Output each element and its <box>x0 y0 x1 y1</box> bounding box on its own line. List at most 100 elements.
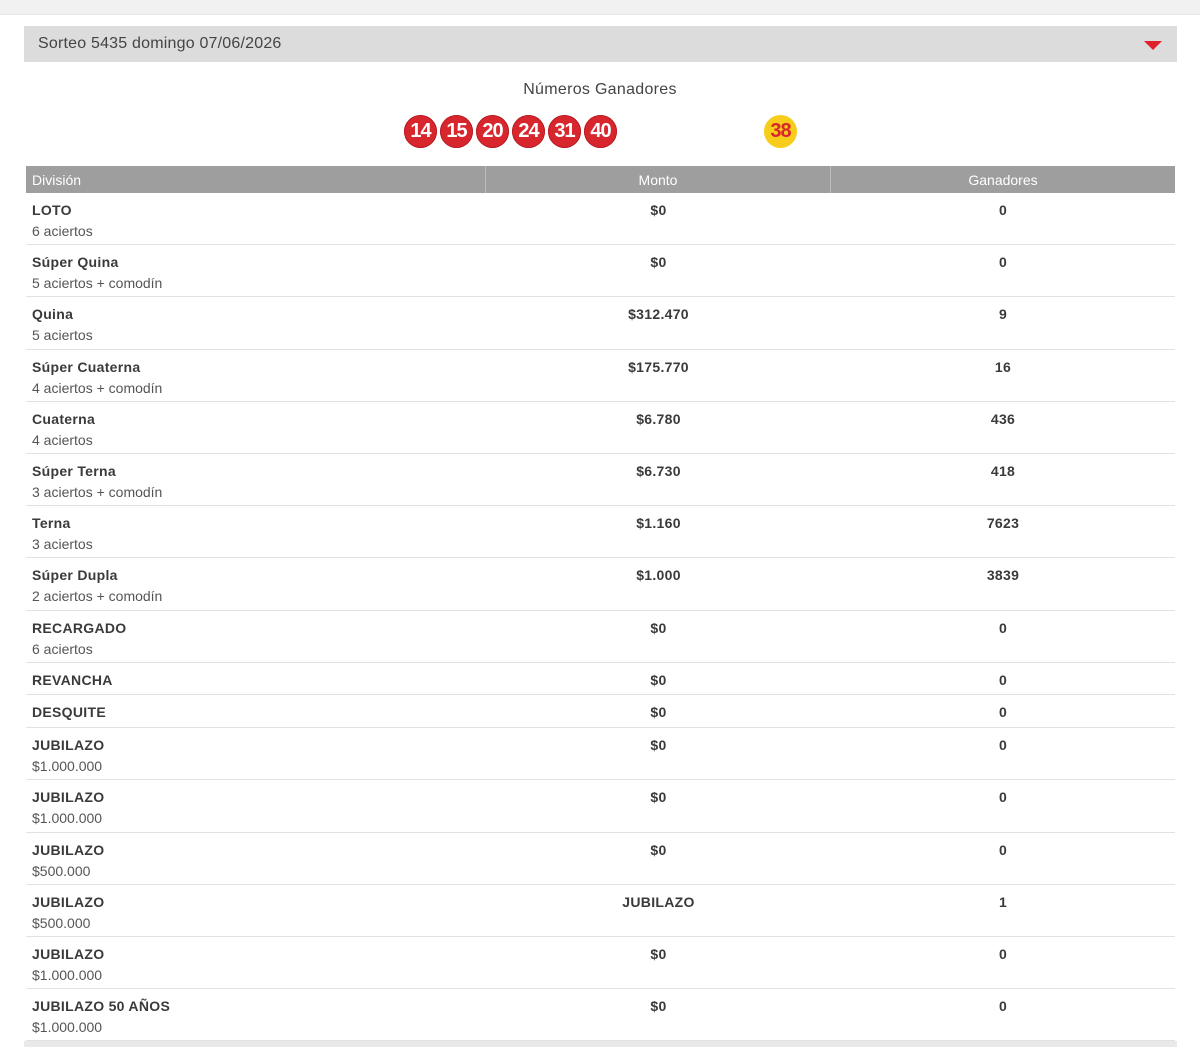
table-row: Cuaterna 4 aciertos $6.780 436 <box>26 402 1175 454</box>
winners-cell: 0 <box>998 789 1008 806</box>
amount-cell: $0 <box>650 254 667 271</box>
winners-cell: 0 <box>998 946 1008 963</box>
division-name: DESQUITE <box>32 704 106 721</box>
amount-cell: $0 <box>650 789 667 806</box>
division-name: Súper Terna <box>32 462 116 479</box>
winners-cell: 436 <box>990 410 1016 427</box>
draw-title: Sorteo 5435 domingo 07/06/2026 <box>38 35 282 52</box>
division-name: JUBILAZO <box>32 737 105 754</box>
amount-cell: JUBILAZO <box>622 893 695 910</box>
amount-cell: $312.470 <box>628 306 689 323</box>
division-sub: 4 aciertos + comodín <box>32 379 163 396</box>
amount-cell: $0 <box>650 737 667 754</box>
table-row: Quina 5 aciertos $312.470 9 <box>26 297 1175 350</box>
winners-cell: 0 <box>998 202 1008 218</box>
table-row: Súper Cuaterna 4 aciertos + comodín $175.… <box>26 350 1175 402</box>
winners-cell: 0 <box>998 619 1008 636</box>
winners-cell: 0 <box>998 737 1008 754</box>
division-name: Súper Quina <box>32 254 119 271</box>
amount-cell: $0 <box>650 619 667 636</box>
amount-cell: $6.730 <box>636 462 681 479</box>
header-amount: Monto <box>486 166 831 193</box>
amount-cell: $0 <box>650 704 667 721</box>
table-row: Súper Terna 3 aciertos + comodín $6.730 4… <box>26 454 1175 507</box>
bottom-strip <box>24 1041 1177 1047</box>
draw-accordion-header[interactable]: Sorteo 5435 domingo 07/06/2026 <box>24 26 1177 62</box>
winning-numbers: 14 15 20 24 31 40 <box>404 115 617 148</box>
table-row: Terna 3 aciertos $1.160 7623 <box>26 506 1175 559</box>
division-sub: 4 aciertos <box>32 431 93 448</box>
division-name: JUBILAZO <box>32 789 105 806</box>
division-name: Súper Cuaterna <box>32 358 141 375</box>
winners-cell: 1 <box>998 893 1008 910</box>
caret-down-icon[interactable] <box>1144 41 1162 50</box>
division-sub: $1.000.000 <box>32 1019 103 1036</box>
division-name: JUBILAZO 50 AÑOS <box>32 998 171 1015</box>
table-header: División Monto Ganadores <box>26 166 1175 193</box>
table-row: REVANCHA $0 0 <box>26 663 1175 696</box>
winners-cell: 9 <box>998 306 1008 323</box>
joker-ball: 38 <box>764 115 797 148</box>
amount-cell: $1.000 <box>636 567 681 584</box>
division-sub: $500.000 <box>32 914 91 931</box>
division-sub: 3 aciertos <box>32 536 93 553</box>
division-sub: 5 aciertos + comodín <box>32 275 163 292</box>
table-row: JUBILAZO $1.000.000 $0 0 <box>26 937 1175 990</box>
division-sub: $1.000.000 <box>32 967 103 984</box>
top-strip <box>0 0 1200 14</box>
header-division: División <box>26 166 486 193</box>
table-row: Súper Quina 5 aciertos + comodín $0 0 <box>26 245 1175 298</box>
table-row: JUBILAZO 50 AÑOS $1.000.000 $0 0 <box>26 989 1175 1042</box>
draw-card: Sorteo 5435 domingo 07/06/2026 Números G… <box>0 14 1200 1047</box>
winners-cell: 7623 <box>986 515 1020 532</box>
division-sub: 3 aciertos + comodín <box>32 483 163 500</box>
amount-cell: $0 <box>650 671 667 688</box>
table-row: RECARGADO 6 aciertos $0 0 <box>26 611 1175 663</box>
number-ball: 20 <box>476 115 509 148</box>
number-ball: 15 <box>440 115 473 148</box>
header-winners: Ganadores <box>968 171 1038 188</box>
amount-cell: $0 <box>650 841 667 858</box>
division-sub: 6 aciertos <box>32 223 93 239</box>
amount-cell: $175.770 <box>628 358 689 375</box>
amount-cell: $0 <box>650 202 667 218</box>
division-name: Terna <box>32 515 71 532</box>
table-row: DESQUITE $0 0 <box>26 695 1175 729</box>
division-name: Cuaterna <box>32 410 96 427</box>
winners-cell: 0 <box>998 998 1008 1015</box>
number-ball: 31 <box>548 115 581 148</box>
division-name: REVANCHA <box>32 671 113 688</box>
division-sub: 5 aciertos <box>32 327 93 344</box>
number-ball: 40 <box>584 115 617 148</box>
table-row: JUBILAZO $1.000.000 $0 0 <box>26 780 1175 833</box>
winners-cell: 0 <box>998 704 1008 721</box>
division-sub: 2 aciertos + comodín <box>32 588 163 605</box>
table-row: Súper Dupla 2 aciertos + comodín $1.000 3… <box>26 558 1175 611</box>
amount-cell: $0 <box>650 998 667 1015</box>
number-ball: 24 <box>512 115 545 148</box>
amount-cell: $1.160 <box>636 515 681 532</box>
division-name: RECARGADO <box>32 619 127 636</box>
winners-cell: 0 <box>998 841 1008 858</box>
winners-cell: 3839 <box>986 567 1020 584</box>
winning-numbers-title: Números Ganadores <box>523 81 677 98</box>
division-name: Quina <box>32 306 74 323</box>
division-sub: $1.000.000 <box>32 810 103 827</box>
table-row: JUBILAZO $500.000 JUBILAZO 1 <box>26 885 1175 938</box>
winners-cell: 418 <box>990 462 1016 479</box>
division-name: JUBILAZO <box>32 841 105 858</box>
amount-cell: $0 <box>650 946 667 963</box>
division-name: Súper Dupla <box>32 567 118 584</box>
division-name: LOTO <box>32 202 72 218</box>
division-sub: $500.000 <box>32 862 91 879</box>
division-sub: $1.000.000 <box>32 758 103 775</box>
winners-cell: 16 <box>994 358 1012 375</box>
table-row: JUBILAZO $500.000 $0 0 <box>26 833 1175 885</box>
number-ball: 14 <box>404 115 437 148</box>
division-sub: 6 aciertos <box>32 640 93 657</box>
division-name: JUBILAZO <box>32 946 105 963</box>
prize-table: División Monto Ganadores LOTO 6 aciertos … <box>26 166 1175 1042</box>
table-row: JUBILAZO $1.000.000 $0 0 <box>26 728 1175 781</box>
amount-cell: $6.780 <box>636 410 681 427</box>
winners-cell: 0 <box>998 254 1008 271</box>
